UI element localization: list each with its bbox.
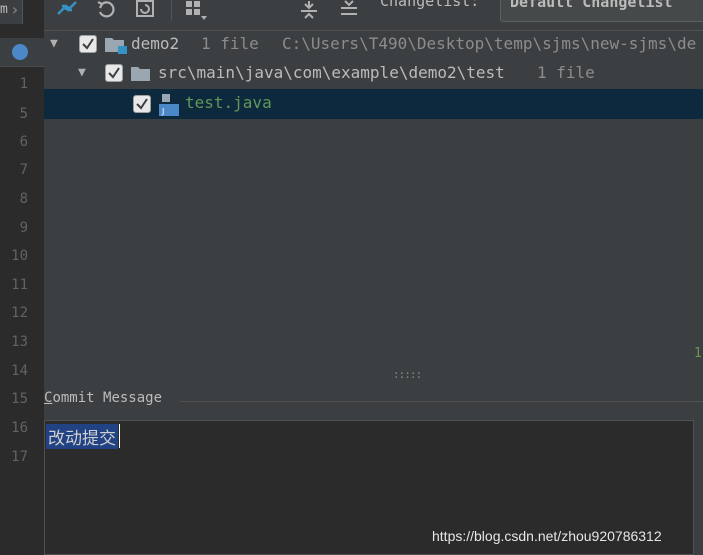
- line-number: 15: [11, 391, 28, 407]
- expand-all-icon[interactable]: [298, 0, 320, 23]
- commit-label-rest: ommit Message: [52, 390, 163, 406]
- line-number: 11: [11, 277, 28, 293]
- tree-row-folder[interactable]: ▼ src\main\java\com\example\demo2\test 1…: [44, 59, 703, 89]
- expand-arrow-icon[interactable]: ▼: [78, 65, 86, 80]
- module-name: demo2: [131, 34, 180, 53]
- collapse-all-icon[interactable]: [338, 0, 360, 23]
- module-path: C:\Users\T490\Desktop\temp\sjms\new-sjms…: [282, 34, 697, 53]
- line-number: 14: [11, 363, 28, 379]
- tree-row-module[interactable]: ▼ demo2 1 file C:\Users\T490\Desktop\tem…: [44, 30, 703, 60]
- text-caret: [119, 424, 120, 448]
- file-checkbox[interactable]: [133, 95, 151, 113]
- changelist-value: Default Changelist: [510, 0, 673, 11]
- folder-icon: [130, 66, 150, 81]
- refresh-icon[interactable]: [134, 0, 156, 21]
- scrollbar[interactable]: [694, 420, 703, 555]
- line-number: 6: [19, 134, 28, 150]
- line-number: 16: [11, 420, 28, 436]
- file-name: test.java: [185, 93, 272, 112]
- commit-message-text: 改动提交: [46, 424, 118, 449]
- chevron-right-icon: ›: [10, 0, 20, 19]
- changes-count: 1: [694, 346, 702, 361]
- toolbar-separator: [171, 0, 172, 20]
- line-number: 1: [19, 76, 28, 92]
- line-number: 5: [19, 106, 28, 122]
- folder-path: src\main\java\com\example\demo2\test: [158, 63, 505, 82]
- line-number: 7: [19, 162, 28, 178]
- line-number: 8: [19, 191, 28, 207]
- line-number: 12: [11, 305, 28, 321]
- changelist-label: Changelist:: [380, 0, 480, 10]
- folder-file-count: 1 file: [537, 63, 595, 82]
- line-number: 17: [11, 449, 28, 465]
- line-number: 9: [19, 220, 28, 236]
- folder-checkbox[interactable]: [105, 64, 123, 82]
- merge-arrows-icon[interactable]: [56, 0, 78, 21]
- watermark-text: https://blog.csdn.net/zhou920786312: [432, 528, 662, 544]
- java-file-icon: J: [158, 93, 179, 116]
- svg-text:J: J: [161, 107, 164, 116]
- line-number: 10: [11, 248, 28, 264]
- file-type-icon: [12, 44, 28, 60]
- separator-line: [180, 401, 703, 402]
- tree-row-file[interactable]: J test.java: [44, 89, 703, 119]
- expand-arrow-icon[interactable]: ▼: [50, 36, 58, 51]
- rollback-icon[interactable]: [96, 0, 118, 21]
- line-number: 13: [11, 334, 28, 350]
- splitter-handle[interactable]: :::::: [393, 368, 422, 381]
- module-checkbox[interactable]: [79, 35, 97, 53]
- commit-message-label: Commit Message: [44, 390, 162, 406]
- breadcrumb-text: m: [0, 2, 8, 17]
- group-by-icon[interactable]: [184, 0, 210, 25]
- module-folder-icon: [104, 37, 127, 54]
- module-file-count: 1 file: [201, 34, 259, 53]
